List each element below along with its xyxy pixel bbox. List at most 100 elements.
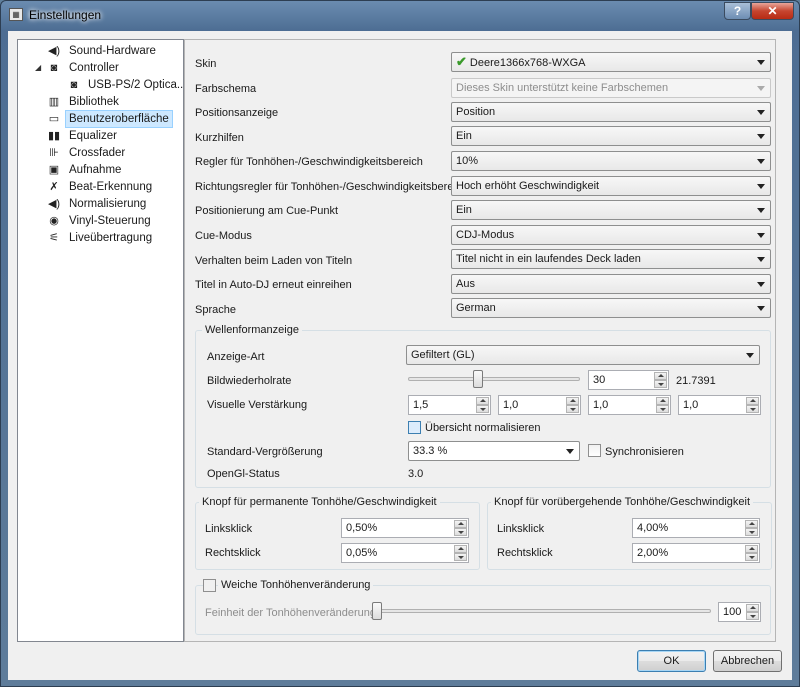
sidebar-item-sound-hardware[interactable]: ◀) Sound-Hardware	[18, 43, 178, 60]
sidebar-item-bibliothek[interactable]: ▥ Bibliothek	[18, 94, 178, 111]
sidebar-item-liveuebertragung[interactable]: ⚟ Liveübertragung	[18, 230, 178, 247]
cue-punkt-value: Ein	[456, 204, 472, 216]
verstaerkung-value: 1,0	[683, 399, 699, 411]
spin-up-icon[interactable]	[656, 397, 669, 405]
temporaer-rechtsklick-value: 2,00%	[637, 547, 669, 559]
chevron-down-icon	[757, 159, 765, 164]
spin-up-icon[interactable]	[454, 545, 467, 553]
auto-dj-label: Titel in Auto-DJ erneut einreihen	[195, 279, 352, 291]
speaker-icon: ◀)	[47, 45, 61, 57]
normalisieren-label[interactable]: Übersicht normalisieren	[425, 421, 541, 435]
sidebar-item-equalizer[interactable]: ▮▮ Equalizer	[18, 128, 178, 145]
chevron-down-icon	[746, 353, 754, 358]
temporaer-rechtsklick-spinbox[interactable]: 2,00%	[632, 543, 760, 563]
sidebar-item-benutzeroberflaeche[interactable]: ▭ Benutzeroberfläche	[18, 110, 178, 128]
spin-down-icon[interactable]	[454, 528, 467, 536]
cue-punkt-label: Positionierung am Cue-Punkt	[195, 205, 339, 217]
synchronisieren-checkbox[interactable]	[588, 444, 601, 457]
sprache-label: Sprache	[195, 304, 236, 316]
permanent-linksklick-value: 0,50%	[346, 522, 378, 534]
permanent-linksklick-spinbox[interactable]: 0,50%	[341, 518, 469, 538]
beat-detection-icon: ✗	[49, 181, 59, 193]
permanent-rechtsklick-label: Rechtsklick	[205, 547, 261, 559]
verstaerkung-spinbox-4[interactable]: 1,0	[678, 395, 761, 415]
vergroesserung-select[interactable]: 33.3 %	[408, 441, 580, 461]
spin-down-icon[interactable]	[654, 380, 667, 388]
sidebar-item-label: Normalisierung	[69, 198, 147, 210]
spin-up-icon[interactable]	[746, 397, 759, 405]
knopf-permanent-title: Knopf für permanente Tonhöhe/Geschwindig…	[199, 495, 440, 509]
sidebar-item-label: Sound-Hardware	[69, 45, 156, 57]
spin-up-icon[interactable]	[566, 397, 579, 405]
waveform-group-title: Wellenformanzeige	[202, 323, 302, 337]
regler-bereich-select[interactable]: 10%	[451, 151, 771, 171]
window-title: Einstellungen	[29, 8, 102, 22]
synchronisieren-label[interactable]: Synchronisieren	[605, 445, 684, 459]
sidebar-item-controller[interactable]: ◙ Controller	[18, 60, 178, 77]
category-tree[interactable]: ◢ ◀) Sound-Hardware ◙ Controller ◙ USB-P…	[17, 39, 187, 642]
spin-down-icon[interactable]	[476, 405, 489, 413]
sprache-select[interactable]: German	[451, 298, 771, 318]
sidebar-item-beat-erkennung[interactable]: ✗ Beat-Erkennung	[18, 179, 178, 196]
cancel-button[interactable]: Abbrechen	[713, 650, 782, 672]
skin-label: Skin	[195, 58, 217, 70]
spin-up-icon[interactable]	[476, 397, 489, 405]
chevron-down-icon	[566, 449, 574, 454]
controller-icon: ◙	[70, 79, 78, 91]
skin-select[interactable]: ✔ Deere1366x768-WXGA	[451, 52, 771, 72]
spin-down-icon[interactable]	[745, 528, 758, 536]
regler-bereich-label: Regler für Tonhöhen-/Geschwindigkeitsber…	[195, 156, 423, 168]
spin-up-icon[interactable]	[654, 372, 667, 380]
spin-down-icon[interactable]	[745, 553, 758, 561]
sidebar-item-aufnahme[interactable]: ▣ Aufnahme	[18, 162, 178, 179]
verstaerkung-spinbox-1[interactable]: 1,5	[408, 395, 491, 415]
cue-modus-select[interactable]: CDJ-Modus	[451, 225, 771, 245]
spin-down-icon[interactable]	[454, 553, 467, 561]
sidebar-item-crossfader[interactable]: ⊪ Crossfader	[18, 145, 178, 162]
spin-up-icon[interactable]	[454, 520, 467, 528]
weiche-checkbox[interactable]	[203, 579, 216, 592]
help-button[interactable]: ?	[724, 2, 751, 20]
verstaerkung-value: 1,0	[593, 399, 609, 411]
permanent-rechtsklick-spinbox[interactable]: 0,05%	[341, 543, 469, 563]
check-icon: ✔	[456, 54, 467, 69]
farbschema-label: Farbschema	[195, 83, 257, 95]
ok-button[interactable]: OK	[637, 650, 706, 672]
sidebar-item-vinyl-steuerung[interactable]: ◉ Vinyl-Steuerung	[18, 213, 178, 230]
sidebar-item-label: Crossfader	[69, 147, 126, 159]
sidebar-item-label: Controller	[69, 62, 119, 74]
verstaerkung-spinbox-2[interactable]: 1,0	[498, 395, 581, 415]
vinyl-icon: ◉	[49, 215, 59, 227]
spin-up-icon	[746, 604, 759, 612]
normalisieren-checkbox[interactable]	[408, 421, 421, 434]
laden-select[interactable]: Titel nicht in ein laufendes Deck laden	[451, 249, 771, 269]
auto-dj-select[interactable]: Aus	[451, 274, 771, 294]
spin-up-icon[interactable]	[745, 520, 758, 528]
richtungsregler-label: Richtungsregler für Tonhöhen-/Geschwindi…	[195, 181, 468, 193]
spin-down-icon[interactable]	[656, 405, 669, 413]
positionsanzeige-select[interactable]: Position	[451, 102, 771, 122]
spin-down-icon[interactable]	[566, 405, 579, 413]
sidebar-item-normalisierung[interactable]: ◀) Normalisierung	[18, 196, 178, 213]
regler-bereich-value: 10%	[456, 155, 479, 167]
bildwiederholrate-spinbox[interactable]: 30	[588, 370, 669, 390]
richtungsregler-select[interactable]: Hoch erhöht Geschwindigkeit	[451, 176, 771, 196]
sidebar-item-usb-ps2[interactable]: ◙ USB-PS/2 Optica...	[18, 77, 187, 94]
title-bar[interactable]: ▦ Einstellungen ? ✕	[1, 1, 799, 29]
bildwiederholrate-slider[interactable]	[408, 377, 580, 381]
controller-icon: ◙	[50, 62, 58, 74]
verstaerkung-spinbox-3[interactable]: 1,0	[588, 395, 671, 415]
close-button[interactable]: ✕	[751, 2, 794, 20]
opengl-value: 3.0	[408, 468, 424, 480]
cue-punkt-select[interactable]: Ein	[451, 200, 771, 220]
kurzhilfen-select[interactable]: Ein	[451, 126, 771, 146]
temporaer-linksklick-spinbox[interactable]: 4,00%	[632, 518, 760, 538]
spin-down-icon[interactable]	[746, 405, 759, 413]
weiche-title[interactable]: Weiche Tonhöhenveränderung	[218, 578, 374, 592]
permanent-rechtsklick-value: 0,05%	[346, 547, 378, 559]
bildwiederholrate-slider-handle[interactable]	[473, 370, 483, 388]
broadcast-icon: ⚟	[49, 232, 59, 244]
anzeige-art-select[interactable]: Gefiltert (GL)	[406, 345, 760, 365]
spin-up-icon[interactable]	[745, 545, 758, 553]
feinheit-label: Feinheit der Tonhöhenveränderung	[205, 607, 377, 619]
